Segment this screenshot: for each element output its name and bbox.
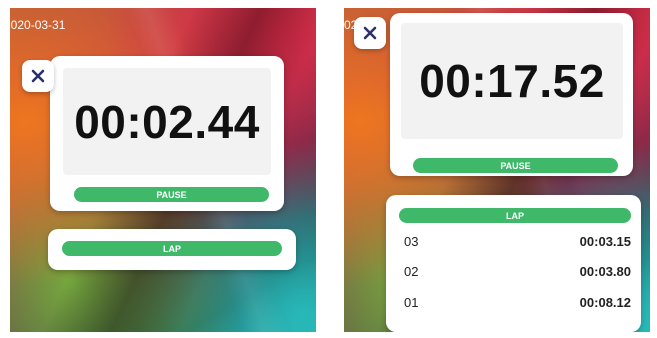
timer-card: 00:02.44 PAUSE bbox=[50, 56, 284, 211]
close-icon bbox=[363, 26, 377, 40]
pause-button[interactable]: PAUSE bbox=[413, 158, 618, 173]
stopwatch-screen-running: 2020-03-31 00:02.44 PAUSE LAP bbox=[10, 8, 316, 332]
close-button[interactable] bbox=[354, 17, 386, 49]
pause-button[interactable]: PAUSE bbox=[74, 187, 269, 202]
timer-card: 00:17.52 PAUSE bbox=[390, 13, 633, 176]
close-button[interactable] bbox=[22, 60, 54, 92]
time-display-box: 00:02.44 bbox=[63, 68, 271, 175]
elapsed-time: 00:17.52 bbox=[419, 55, 605, 107]
lap-number: 02 bbox=[404, 263, 419, 279]
lap-row: 02 00:03.80 bbox=[404, 261, 631, 281]
stopwatch-screen-laps: 02 00:17.52 PAUSE LAP 03 00:03.15 02 00:… bbox=[344, 8, 650, 332]
lap-number: 01 bbox=[404, 294, 419, 310]
lap-time: 00:03.80 bbox=[579, 263, 631, 279]
lap-time: 00:08.12 bbox=[579, 294, 631, 310]
lap-card: LAP bbox=[48, 229, 296, 270]
lap-row: 01 00:08.12 bbox=[404, 292, 631, 312]
status-date: 2020-03-31 bbox=[10, 18, 66, 32]
time-display-box: 00:17.52 bbox=[401, 23, 623, 139]
lap-button[interactable]: LAP bbox=[62, 241, 282, 256]
elapsed-time: 00:02.44 bbox=[74, 95, 260, 148]
lap-time: 00:03.15 bbox=[579, 233, 631, 249]
lap-button[interactable]: LAP bbox=[399, 208, 631, 223]
lap-list-card: LAP 03 00:03.15 02 00:03.80 01 00:08.12 bbox=[386, 195, 641, 332]
close-icon bbox=[31, 69, 45, 83]
lap-row: 03 00:03.15 bbox=[404, 231, 631, 251]
lap-number: 03 bbox=[404, 233, 419, 249]
